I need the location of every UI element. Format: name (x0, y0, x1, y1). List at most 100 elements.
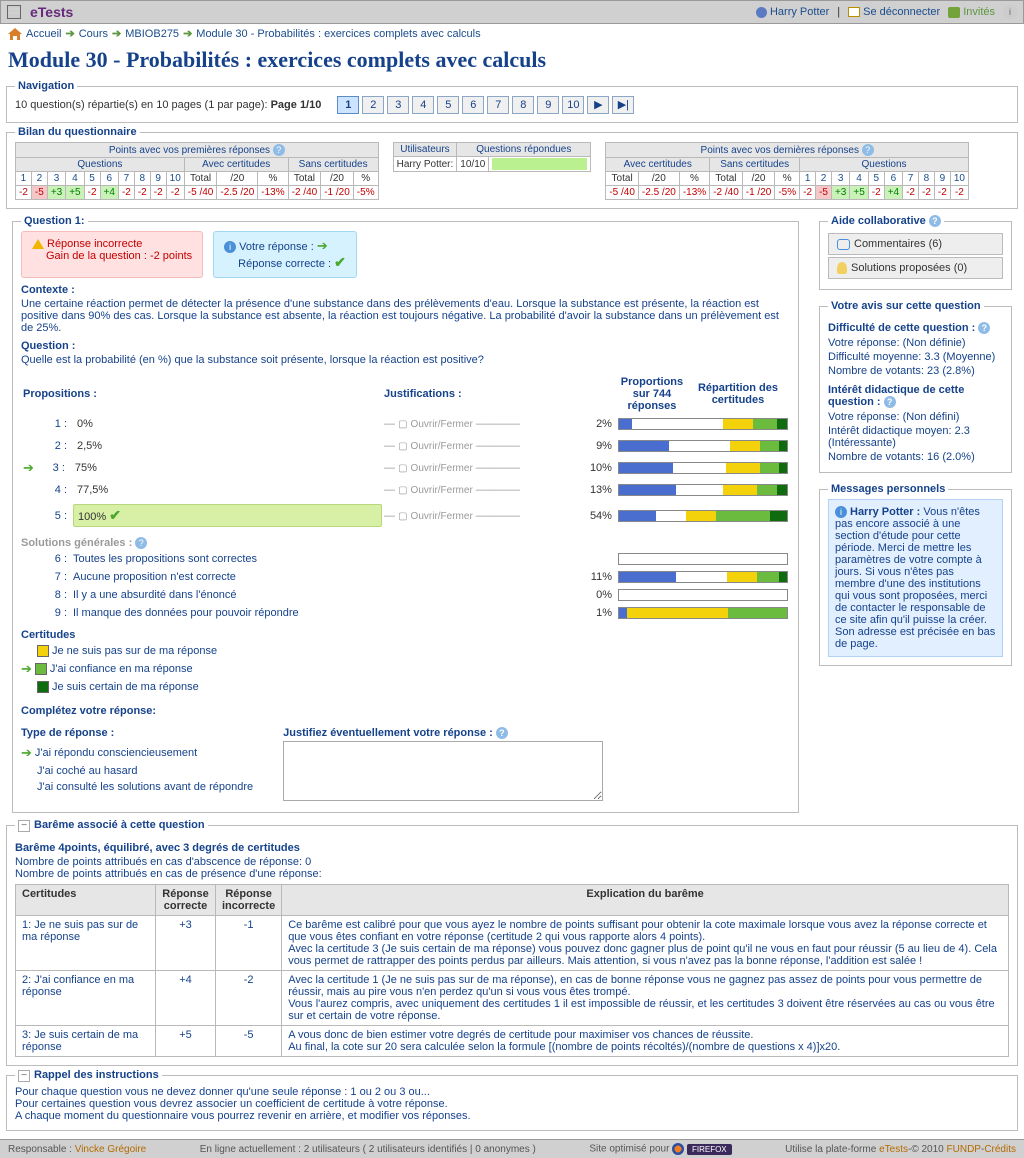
app-title: eTests (30, 4, 73, 20)
context-title: Contexte : (21, 284, 790, 296)
general-8[interactable]: 8 :Il y a une absurdité dans l'énoncé (23, 587, 570, 603)
type-2[interactable]: J'ai consulté les solutions avant de rép… (21, 779, 253, 795)
toggle-justification[interactable]: Ouvrir/Fermer (411, 441, 473, 452)
bilan-legend: Bilan du questionnaire (15, 126, 140, 138)
general-table: 6 :Toutes les propositions sont correcte… (21, 549, 790, 623)
general-9[interactable]: 9 :Il manque des données pour pouvoir ré… (23, 605, 570, 621)
toggle-justification[interactable]: Ouvrir/Fermer (411, 485, 473, 496)
help-icon[interactable]: ? (884, 396, 896, 408)
proposition-2[interactable]: 2 :2,5% (23, 436, 382, 456)
general-7[interactable]: 7 :Aucune proposition n'est correcte (23, 569, 570, 585)
stack-bar (618, 589, 788, 601)
selected-arrow-icon: ➔ (21, 661, 32, 677)
logout-link[interactable]: Se déconnecter (863, 6, 940, 18)
firefox-badge: FIREFOX (687, 1144, 732, 1155)
general-6[interactable]: 6 :Toutes les propositions sont correcte… (23, 551, 570, 567)
page-title: Module 30 - Probabilités : exercices com… (0, 43, 1024, 77)
question-legend: Question 1: (21, 215, 88, 227)
arrow-icon: ➔ (183, 27, 192, 40)
response-badge: iVotre réponse : ➔ Réponse correcte : ✔ (213, 231, 357, 278)
solutions-button[interactable]: Solutions proposées (0) (828, 257, 1003, 279)
pager-page-3[interactable]: 3 (387, 96, 409, 114)
propositions-table: Propositions : Justifications : Proporti… (21, 374, 790, 531)
correct-arrow-icon: ➔ (23, 460, 34, 476)
help-icon[interactable]: ? (978, 322, 990, 334)
firefox-icon (672, 1143, 684, 1155)
help-icon[interactable]: ? (862, 144, 874, 156)
bareme-panel: −Barême associé à cette question Barême … (6, 819, 1018, 1066)
credits-link[interactable]: Crédits (984, 1144, 1016, 1155)
pager-page-10[interactable]: 10 (562, 96, 584, 114)
proposition-5[interactable]: 5 :100% ✔ (23, 502, 382, 529)
help-icon[interactable]: ? (273, 144, 285, 156)
guests-icon (948, 7, 960, 18)
stack-bar (618, 510, 788, 522)
proposition-3[interactable]: ➔3 :75% (23, 458, 382, 478)
stack-bar (618, 607, 788, 619)
selected-arrow-icon: ➔ (21, 745, 32, 761)
arrow-icon: ➔ (65, 27, 74, 40)
justify-textarea[interactable] (283, 741, 603, 801)
toggle-justification[interactable]: Ouvrir/Fermer (411, 419, 473, 430)
toggle-justification[interactable]: Ouvrir/Fermer (411, 511, 473, 522)
proposition-1[interactable]: 1 :0% (23, 414, 382, 434)
pager-last[interactable]: ▶| (612, 96, 634, 114)
certitude-2[interactable]: ➔J'ai confiance en ma réponse (21, 659, 790, 679)
bc-cours[interactable]: Cours (79, 28, 108, 40)
stack-bar (618, 571, 788, 583)
responsable-link[interactable]: Vincke Grégoire (75, 1144, 147, 1155)
help-icon[interactable]: ? (496, 727, 508, 739)
arrow-icon: ➔ (112, 27, 121, 40)
bc-module[interactable]: Module 30 - Probabilités : exercices com… (196, 28, 480, 40)
info-icon[interactable]: i (1003, 5, 1017, 19)
collapse-icon[interactable]: − (18, 1070, 30, 1082)
bc-code[interactable]: MBIOB275 (125, 28, 179, 40)
menu-icon[interactable] (7, 5, 21, 19)
info-icon: i (224, 241, 236, 253)
nav-legend: Navigation (15, 80, 77, 92)
stack-bar (618, 484, 788, 496)
user-icon (756, 7, 767, 18)
complete-title: Complétez votre réponse: (21, 705, 790, 717)
rappel-panel: −Rappel des instructions Pour chaque que… (6, 1069, 1018, 1131)
guests-link[interactable]: Invités (963, 6, 995, 18)
pager: 12345678910 ▶ ▶| (337, 96, 634, 114)
user-link[interactable]: Harry Potter (770, 6, 829, 18)
bilan-users-grid: UtilisateursQuestions répondues Harry Po… (393, 142, 592, 172)
arrow-green-icon: ➔ (317, 238, 328, 253)
cert-color-icon (37, 645, 49, 657)
info-icon: i (835, 506, 847, 518)
question-panel: Question 1: Réponse incorrecte Gain de l… (12, 215, 799, 813)
pager-page-7[interactable]: 7 (487, 96, 509, 114)
type-0[interactable]: ➔J'ai répondu consciencieusement (21, 743, 253, 763)
message-box: iHarry Potter : Vous n'êtes pas encore a… (828, 499, 1003, 657)
tick-icon: ✔ (334, 254, 346, 270)
q-body: Quelle est la probabilité (en %) que la … (21, 354, 790, 366)
type-title: Type de réponse : (21, 727, 253, 739)
stack-bar (618, 553, 788, 565)
certitude-1[interactable]: Je ne suis pas sur de ma réponse (21, 643, 790, 659)
collapse-icon[interactable]: − (18, 820, 30, 832)
progress-bar (492, 158, 587, 170)
comments-button[interactable]: Commentaires (6) (828, 233, 1003, 255)
pager-page-9[interactable]: 9 (537, 96, 559, 114)
bulb-icon (837, 262, 847, 274)
help-icon[interactable]: ? (929, 215, 941, 227)
pager-page-4[interactable]: 4 (412, 96, 434, 114)
pager-page-2[interactable]: 2 (362, 96, 384, 114)
pager-page-5[interactable]: 5 (437, 96, 459, 114)
toggle-justification[interactable]: Ouvrir/Fermer (411, 463, 473, 474)
logout-icon (848, 7, 860, 17)
pager-page-1[interactable]: 1 (337, 96, 359, 114)
pager-next[interactable]: ▶ (587, 96, 609, 114)
certitude-3[interactable]: Je suis certain de ma réponse (21, 679, 790, 695)
proposition-4[interactable]: 4 :77,5% (23, 480, 382, 500)
warning-icon (32, 239, 44, 249)
pager-page-8[interactable]: 8 (512, 96, 534, 114)
help-icon[interactable]: ? (135, 537, 147, 549)
platform-link[interactable]: eTests (879, 1144, 908, 1155)
fundp-link[interactable]: FUNDP (947, 1144, 981, 1155)
pager-page-6[interactable]: 6 (462, 96, 484, 114)
bc-home[interactable]: Accueil (26, 28, 61, 40)
type-1[interactable]: J'ai coché au hasard (21, 763, 253, 779)
